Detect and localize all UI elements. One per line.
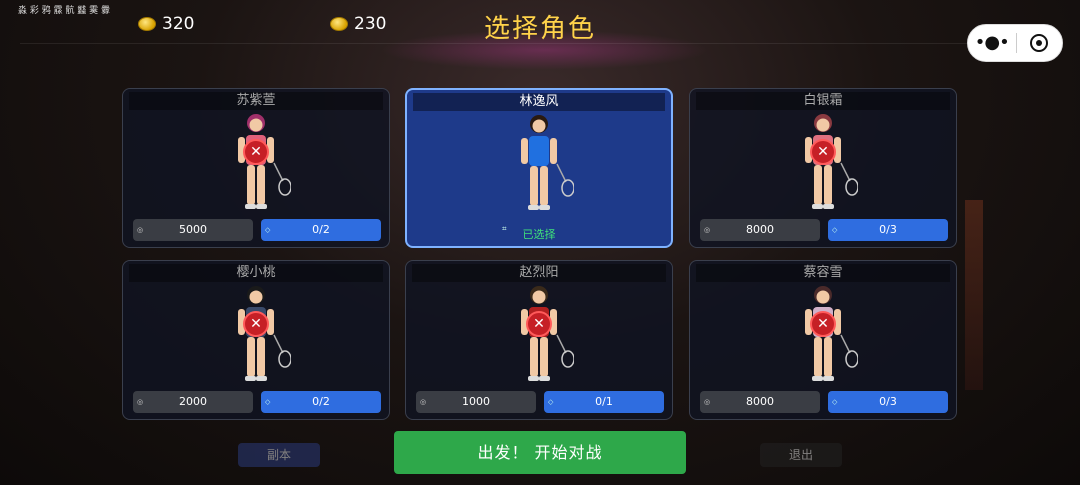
coin-small-icon: ◎ [420, 398, 427, 406]
unlock-price-button[interactable]: ◎ 8000 [700, 391, 820, 413]
price-value: 8000 [746, 223, 774, 236]
bottom-deco-right: 退出 [760, 443, 842, 467]
coin-small-icon: ◎ [704, 226, 711, 234]
character-card[interactable]: 樱小桃 ✕ ◎ 2000 ◇ 0/2 [122, 260, 390, 420]
page-title: 选择角色 [483, 14, 596, 44]
fragment-small-icon: ◇ [265, 226, 271, 234]
fragment-small-icon: ◇ [265, 398, 271, 406]
coin-small-icon: ◎ [704, 398, 711, 406]
close-target-icon[interactable] [1016, 34, 1062, 52]
fragment-small-icon: ◇ [832, 398, 838, 406]
character-card[interactable]: 林逸风 ⌗ 已选择 [405, 88, 673, 248]
character-name: 林逸风 [413, 93, 665, 111]
character-name: 樱小桃 [129, 264, 383, 282]
selected-status: 已选择 [522, 228, 556, 241]
more-dots-icon[interactable]: •●• [968, 24, 1016, 62]
progress-value: 0/3 [879, 395, 897, 408]
price-value: 2000 [179, 395, 207, 408]
character-card[interactable]: 苏紫萱 ✕ ◎ 5000 ◇ 0/2 [122, 88, 390, 248]
progress-value: 0/1 [595, 395, 613, 408]
progress-value: 0/2 [312, 223, 330, 236]
character-name: 赵烈阳 [412, 264, 666, 282]
mini-program-capsule: •●• [967, 24, 1063, 62]
price-value: 1000 [462, 395, 490, 408]
unlock-progress-button[interactable]: ◇ 0/1 [544, 391, 664, 413]
character-figure [805, 286, 858, 381]
character-figure [521, 286, 574, 381]
coin-small-icon: ◎ [137, 226, 144, 234]
character-figure [521, 115, 574, 210]
locked-icon: ✕ [810, 311, 836, 337]
progress-value: 0/2 [312, 395, 330, 408]
character-figure [238, 286, 291, 381]
unlock-progress-button[interactable]: ◇ 0/3 [828, 219, 948, 241]
bottom-deco-left: 副本 [238, 443, 320, 467]
start-battle-button[interactable]: 出发！ 开始对战 [394, 431, 686, 474]
character-card[interactable]: 蔡容雪 ✕ ◎ 8000 ◇ 0/3 [689, 260, 957, 420]
character-name: 白银霜 [696, 92, 950, 110]
unlock-progress-button[interactable]: ◇ 0/2 [261, 219, 381, 241]
fragment-small-icon: ◇ [548, 398, 554, 406]
unlock-price-button[interactable]: ◎ 1000 [416, 391, 536, 413]
unlock-price-button[interactable]: ◎ 2000 [133, 391, 253, 413]
unlock-price-button[interactable]: ◎ 5000 [133, 219, 253, 241]
unlock-progress-button[interactable]: ◇ 0/3 [828, 391, 948, 413]
character-card[interactable]: 白银霜 ✕ ◎ 8000 ◇ 0/3 [689, 88, 957, 248]
unlock-price-button[interactable]: ◎ 8000 [700, 219, 820, 241]
locked-icon: ✕ [810, 139, 836, 165]
price-value: 8000 [746, 395, 774, 408]
character-card[interactable]: 赵烈阳 ✕ ◎ 1000 ◇ 0/1 [405, 260, 673, 420]
price-value: 5000 [179, 223, 207, 236]
progress-value: 0/3 [879, 223, 897, 236]
locked-icon: ✕ [243, 139, 269, 165]
character-figure [805, 114, 858, 209]
locked-icon: ✕ [243, 311, 269, 337]
locked-icon: ✕ [526, 311, 552, 337]
fragment-small-icon: ◇ [832, 226, 838, 234]
character-name: 苏紫萱 [129, 92, 383, 110]
character-name: 蔡容雪 [696, 264, 950, 282]
coin-small-icon: ◎ [137, 398, 144, 406]
unlock-progress-button[interactable]: ◇ 0/2 [261, 391, 381, 413]
background-net-post [965, 200, 983, 390]
character-figure [238, 114, 291, 209]
